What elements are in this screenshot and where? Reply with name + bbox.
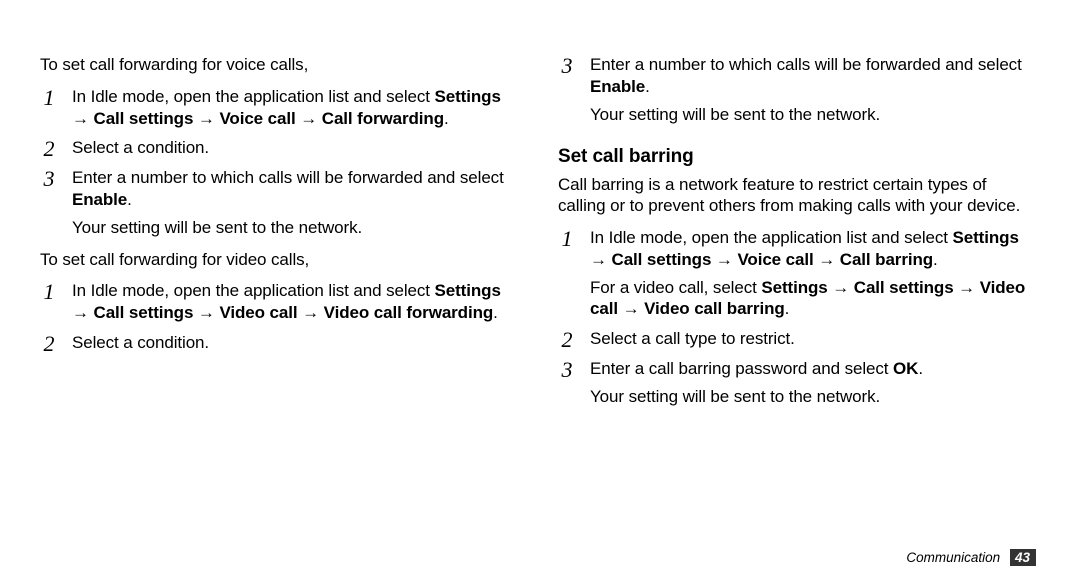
list-item: 2 Select a call type to restrict. — [558, 328, 1028, 350]
step-number: 2 — [40, 333, 58, 355]
text-bold: OK — [893, 359, 918, 378]
page: To set call forwarding for voice calls, … — [0, 0, 1080, 586]
step-body: In Idle mode, open the application list … — [72, 280, 510, 324]
text: . — [493, 303, 498, 322]
step-body: Enter a number to which calls will be fo… — [590, 54, 1028, 125]
step-number: 1 — [40, 87, 58, 131]
text: Your setting will be sent to the network… — [590, 105, 880, 124]
text: In Idle mode, open the application list … — [72, 87, 435, 106]
list-item: 3 Enter a number to which calls will be … — [40, 167, 510, 238]
left-intro-1: To set call forwarding for voice calls, — [40, 54, 510, 76]
step-number: 1 — [558, 228, 576, 321]
step-number: 1 — [40, 281, 58, 325]
list-item: 2 Select a condition. — [40, 332, 510, 354]
left-intro-2: To set call forwarding for video calls, — [40, 249, 510, 271]
step-number: 3 — [558, 55, 576, 126]
step-number: 3 — [558, 359, 576, 409]
list-item: 3 Enter a number to which calls will be … — [558, 54, 1028, 125]
text: Enter a number to which calls will be fo… — [590, 55, 1022, 74]
page-footer: Communication 43 — [906, 549, 1036, 566]
text: . — [127, 190, 132, 209]
text: In Idle mode, open the application list … — [72, 281, 435, 300]
right-intro-1: Call barring is a network feature to res… — [558, 174, 1028, 218]
columns: To set call forwarding for voice calls, … — [40, 54, 1040, 418]
list-item: 1 In Idle mode, open the application lis… — [558, 227, 1028, 320]
text: Your setting will be sent to the network… — [590, 387, 880, 406]
text: In Idle mode, open the application list … — [590, 228, 953, 247]
text-bold: Enable — [590, 77, 645, 96]
step-body: Select a condition. — [72, 137, 510, 159]
step-body: Enter a call barring password and select… — [590, 358, 1028, 408]
text: Select a condition. — [72, 138, 209, 157]
text: For a video call, select — [590, 278, 761, 297]
text: Select a condition. — [72, 333, 209, 352]
list-item: 1 In Idle mode, open the application lis… — [40, 280, 510, 324]
text-bold: Enable — [72, 190, 127, 209]
text: Your setting will be sent to the network… — [72, 218, 362, 237]
text: . — [444, 109, 449, 128]
right-column: 3 Enter a number to which calls will be … — [558, 54, 1028, 418]
footer-page-number: 43 — [1010, 549, 1036, 566]
text: . — [933, 250, 938, 269]
list-item: 3 Enter a call barring password and sele… — [558, 358, 1028, 408]
list-item: 1 In Idle mode, open the application lis… — [40, 86, 510, 130]
step-number: 2 — [558, 329, 576, 351]
step-number: 3 — [40, 168, 58, 239]
left-list-1: 1 In Idle mode, open the application lis… — [40, 86, 510, 239]
left-list-2: 1 In Idle mode, open the application lis… — [40, 280, 510, 354]
step-body: Select a condition. — [72, 332, 510, 354]
list-item: 2 Select a condition. — [40, 137, 510, 159]
text: Enter a call barring password and select — [590, 359, 893, 378]
text: . — [785, 299, 790, 318]
text: Select a call type to restrict. — [590, 329, 795, 348]
right-list-1: 3 Enter a number to which calls will be … — [558, 54, 1028, 125]
right-list-2: 1 In Idle mode, open the application lis… — [558, 227, 1028, 408]
step-body: Select a call type to restrict. — [590, 328, 1028, 350]
footer-section-label: Communication — [906, 550, 1000, 565]
step-number: 2 — [40, 138, 58, 160]
step-body: Enter a number to which calls will be fo… — [72, 167, 510, 238]
step-body: In Idle mode, open the application list … — [590, 227, 1028, 320]
text: Enter a number to which calls will be fo… — [72, 168, 504, 187]
section-heading: Set call barring — [558, 145, 1028, 169]
left-column: To set call forwarding for voice calls, … — [40, 54, 510, 418]
text: . — [645, 77, 650, 96]
step-body: In Idle mode, open the application list … — [72, 86, 510, 130]
text: . — [918, 359, 923, 378]
